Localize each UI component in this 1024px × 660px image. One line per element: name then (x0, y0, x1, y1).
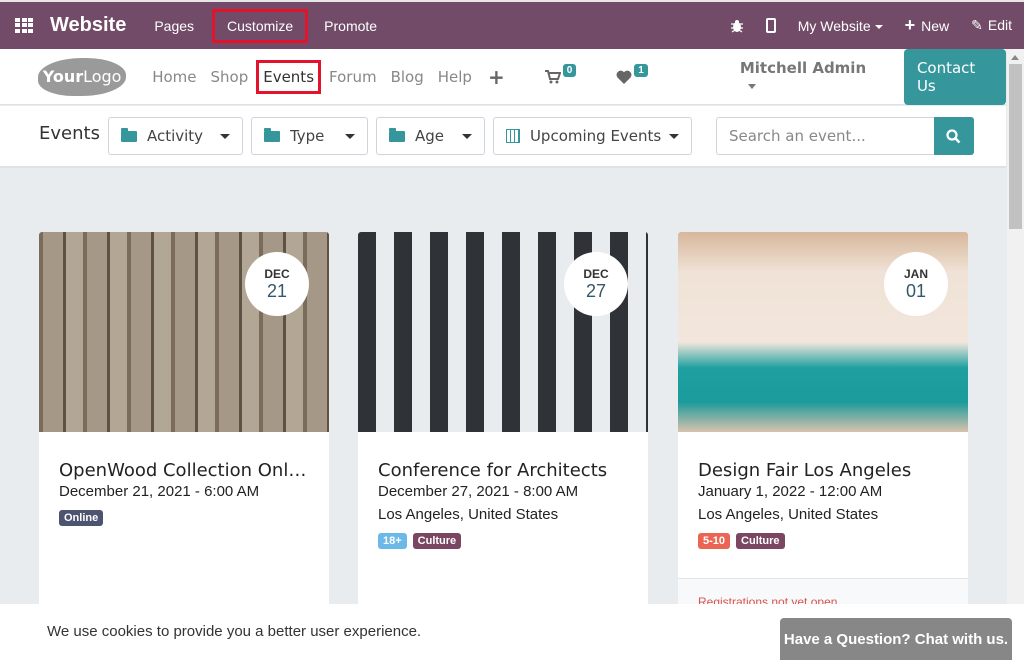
plus-icon: + (904, 15, 916, 35)
nav-help[interactable]: Help (438, 68, 472, 86)
event-datetime: December 27, 2021 - 8:00 AM (378, 483, 579, 500)
caret-down-icon (219, 133, 230, 139)
contact-us-button[interactable]: Contact Us (903, 48, 1006, 105)
wishlist-link[interactable]: 1 (616, 63, 648, 84)
debug-bug-icon[interactable] (730, 19, 744, 33)
menu-customize[interactable]: Customize (212, 8, 309, 43)
event-date-badge: JAN 01 (884, 252, 948, 316)
cart-count-badge: 0 (562, 63, 577, 77)
page-title: Events (39, 122, 100, 144)
new-label: New (921, 18, 950, 34)
event-cover-image: DEC 21 (39, 232, 329, 432)
nav-events[interactable]: Events (256, 59, 322, 94)
menu-promote[interactable]: Promote (324, 18, 377, 34)
logo-bold: Your (42, 67, 84, 86)
website-selector-label: My Website (797, 17, 871, 34)
wishlist-count-badge: 1 (634, 63, 648, 77)
event-card[interactable]: DEC 21 OpenWood Collection Onli… December… (39, 232, 329, 632)
event-location: Los Angeles, United States (378, 506, 559, 523)
main-nav: Home Shop Events Forum Blog Help + (152, 59, 505, 94)
event-location: Los Angeles, United States (698, 506, 879, 523)
event-card[interactable]: DEC 27 Conference for Architects December… (358, 232, 648, 632)
type-filter-dropdown[interactable]: Type (250, 117, 368, 155)
folder-icon (120, 127, 137, 142)
menu-pages[interactable]: Pages (154, 18, 194, 34)
pencil-icon: ✎ (971, 17, 983, 33)
cart-icon (544, 69, 561, 83)
nav-home[interactable]: Home (152, 68, 196, 86)
caret-down-icon (344, 133, 355, 139)
date-filter-dropdown[interactable]: Upcoming Events (492, 117, 692, 155)
events-filter-bar: Events Activity Type Age Upcoming Events (0, 106, 1006, 168)
app-name[interactable]: Website (50, 14, 126, 37)
logo-light: Logo (83, 67, 122, 86)
folder-icon (388, 127, 405, 142)
event-cover-image: DEC 27 (358, 232, 648, 432)
nav-shop[interactable]: Shop (210, 68, 248, 86)
event-date-badge: DEC 27 (564, 252, 628, 316)
event-name[interactable]: Design Fair Los Angeles (698, 460, 948, 481)
search-icon (946, 128, 961, 143)
folder-icon (263, 127, 280, 142)
calendar-icon (505, 129, 520, 143)
mobile-preview-icon[interactable] (765, 18, 776, 33)
edit-label: Edit (987, 17, 1012, 33)
heart-icon (616, 70, 632, 84)
add-menu-plus-icon[interactable]: + (488, 65, 505, 89)
user-name: Mitchell Admin (739, 58, 867, 77)
page-scrollbar[interactable] (1007, 49, 1024, 604)
event-tag: Culture (736, 533, 785, 549)
site-logo[interactable]: Your Logo (38, 57, 127, 96)
dropdown-label: Age (414, 127, 444, 145)
chevron-down-icon (874, 24, 883, 29)
event-name[interactable]: OpenWood Collection Onli… (59, 460, 309, 481)
event-month: DEC (583, 266, 609, 281)
caret-down-icon (668, 133, 679, 139)
event-card[interactable]: JAN 01 Design Fair Los Angeles January 1,… (678, 232, 968, 632)
live-chat-button[interactable]: Have a Question? Chat with us. (780, 618, 1012, 660)
event-day: 27 (585, 280, 607, 301)
scrollbar-thumb[interactable] (1009, 64, 1022, 229)
nav-blog[interactable]: Blog (391, 68, 424, 86)
event-cover-image: JAN 01 (678, 232, 968, 432)
dropdown-label: Upcoming Events (529, 127, 662, 145)
cart-link[interactable]: 0 (544, 63, 577, 84)
event-tag: Online (59, 510, 104, 526)
event-day: 01 (905, 280, 927, 301)
user-menu[interactable]: Mitchell Admin (740, 59, 872, 95)
event-month: DEC (264, 266, 290, 281)
event-tag: Culture (412, 533, 462, 549)
event-tag: 5-10 (698, 533, 731, 549)
nav-forum[interactable]: Forum (329, 68, 377, 86)
activity-filter-dropdown[interactable]: Activity (107, 117, 243, 155)
admin-navbar: Website Pages Customize Promote My Websi… (0, 0, 1024, 49)
search-button[interactable] (933, 117, 974, 155)
event-datetime: January 1, 2022 - 12:00 AM (698, 483, 883, 500)
caret-down-icon (461, 133, 472, 139)
chevron-down-icon (747, 83, 756, 89)
dropdown-label: Type (289, 127, 325, 145)
search-input[interactable] (715, 117, 934, 155)
event-name[interactable]: Conference for Architects (378, 460, 628, 481)
event-date-badge: DEC 21 (245, 252, 309, 316)
event-day: 21 (266, 280, 288, 301)
website-selector[interactable]: My Website (798, 18, 883, 34)
age-filter-dropdown[interactable]: Age (375, 117, 485, 155)
event-tag: 18+ (378, 533, 407, 549)
edit-button[interactable]: ✎ Edit (971, 17, 1012, 34)
new-button[interactable]: + New (905, 15, 950, 36)
cookie-message: We use cookies to provide you a better u… (47, 623, 422, 640)
event-datetime: December 21, 2021 - 6:00 AM (59, 483, 260, 500)
apps-menu-icon[interactable] (15, 17, 35, 34)
scroll-up-arrow-icon[interactable] (1011, 55, 1019, 60)
event-month: JAN (903, 266, 928, 281)
website-header: Your Logo Home Shop Events Forum Blog Hel… (0, 48, 1006, 105)
dropdown-label: Activity (146, 127, 204, 145)
event-search (715, 117, 974, 155)
